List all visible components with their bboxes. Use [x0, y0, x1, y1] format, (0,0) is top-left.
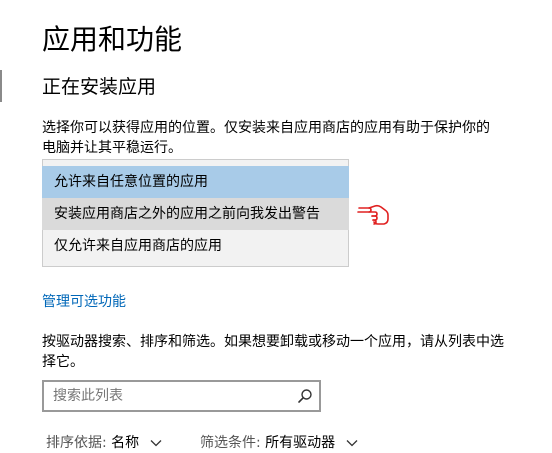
- filter-by-value: 所有驱动器: [265, 435, 336, 451]
- chevron-down-icon: [150, 440, 162, 447]
- install-section-description: 选择你可以获得应用的位置。仅安装来自应用商店的应用有助于保护你的电脑并让其平稳运…: [42, 120, 490, 156]
- sort-by-label: 排序依据:: [46, 435, 107, 451]
- filter-by-label: 筛选条件:: [200, 435, 261, 451]
- search-input[interactable]: [44, 382, 284, 410]
- sort-by-dropdown[interactable]: 排序依据: 名称: [46, 433, 162, 453]
- window-edge-divider: [0, 70, 2, 102]
- install-section-title: 正在安装应用: [42, 76, 157, 98]
- sort-by-value: 名称: [111, 435, 140, 451]
- search-box[interactable]: [42, 380, 321, 412]
- filter-by-dropdown[interactable]: 筛选条件: 所有驱动器: [200, 433, 358, 453]
- option-store-only[interactable]: 仅允许来自应用商店的应用: [42, 230, 349, 262]
- hand-pointer-icon: [357, 204, 389, 225]
- option-warn-before-install[interactable]: 安装应用商店之外的应用之前向我发出警告: [42, 198, 349, 230]
- search-icon[interactable]: [297, 388, 313, 404]
- chevron-down-icon: [346, 440, 358, 447]
- install-source-dropdown-list[interactable]: 允许来自任意位置的应用 安装应用商店之外的应用之前向我发出警告 仅允许来自应用商…: [42, 159, 349, 267]
- page-title: 应用和功能: [42, 23, 183, 56]
- option-allow-anywhere[interactable]: 允许来自任意位置的应用: [42, 166, 349, 198]
- manage-optional-features-link[interactable]: 管理可选功能: [42, 292, 126, 312]
- list-section-description: 按驱动器搜索、排序和筛选。如果想要卸载或移动一个应用，请从列表中选择它。: [42, 334, 504, 370]
